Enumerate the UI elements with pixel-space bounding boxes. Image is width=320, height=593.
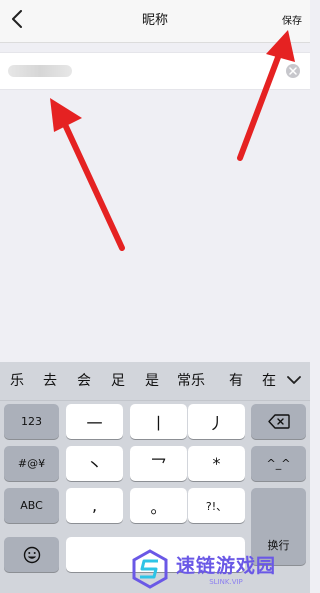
key-period[interactable]: 。	[130, 488, 187, 523]
nickname-input[interactable]	[8, 59, 282, 85]
page-title: 昵称	[141, 13, 168, 28]
nickname-input-row	[0, 52, 310, 90]
close-icon	[289, 67, 297, 75]
backspace-key[interactable]	[251, 404, 306, 439]
key-abc[interactable]: ABC	[4, 488, 59, 523]
clear-input-button[interactable]	[286, 64, 300, 78]
key-emoticon[interactable]: ^_^	[251, 446, 306, 481]
candidate-item[interactable]: 足	[111, 362, 125, 400]
key-punctuation[interactable]: ?!、	[188, 488, 245, 523]
backspace-icon	[267, 414, 290, 429]
key-symbols[interactable]: #@¥	[4, 446, 59, 481]
emoji-icon	[23, 546, 40, 563]
expand-candidates-button[interactable]	[286, 372, 302, 388]
candidate-item[interactable]: 在	[262, 362, 276, 400]
candidate-item[interactable]: 有	[229, 362, 243, 400]
space-key[interactable]	[66, 537, 245, 572]
navigation-bar: 昵称 保存	[0, 0, 310, 43]
candidate-item[interactable]: 乐	[10, 362, 24, 400]
key-wildcard[interactable]: *	[188, 446, 245, 481]
key-stroke-dot[interactable]: 丶	[66, 446, 123, 481]
emoji-key[interactable]	[4, 537, 59, 572]
key-stroke-turning[interactable]: 乛	[130, 446, 187, 481]
key-comma[interactable]: ,	[66, 488, 123, 523]
candidate-item[interactable]: 是	[145, 362, 159, 400]
save-button[interactable]: 保存	[282, 12, 302, 27]
key-123[interactable]: 123	[4, 404, 59, 439]
candidate-item[interactable]: 去	[43, 362, 57, 400]
keyboard: 乐 去 会 足 是 常乐 有 在 123 一 丨 丿 #@¥ 丶 乛 * ^_^…	[0, 362, 310, 593]
key-stroke-left-falling[interactable]: 丿	[188, 404, 245, 439]
arrow-to-input	[50, 98, 125, 251]
arrow-to-save	[237, 30, 295, 161]
candidate-item[interactable]: 会	[77, 362, 91, 400]
key-stroke-horizontal[interactable]: 一	[66, 404, 123, 439]
key-stroke-vertical[interactable]: 丨	[130, 404, 187, 439]
candidate-bar: 乐 去 会 足 是 常乐 有 在	[0, 362, 310, 401]
return-key[interactable]: 换行	[251, 488, 306, 565]
chevron-down-icon	[287, 375, 301, 384]
candidate-item[interactable]: 常乐	[177, 362, 205, 400]
